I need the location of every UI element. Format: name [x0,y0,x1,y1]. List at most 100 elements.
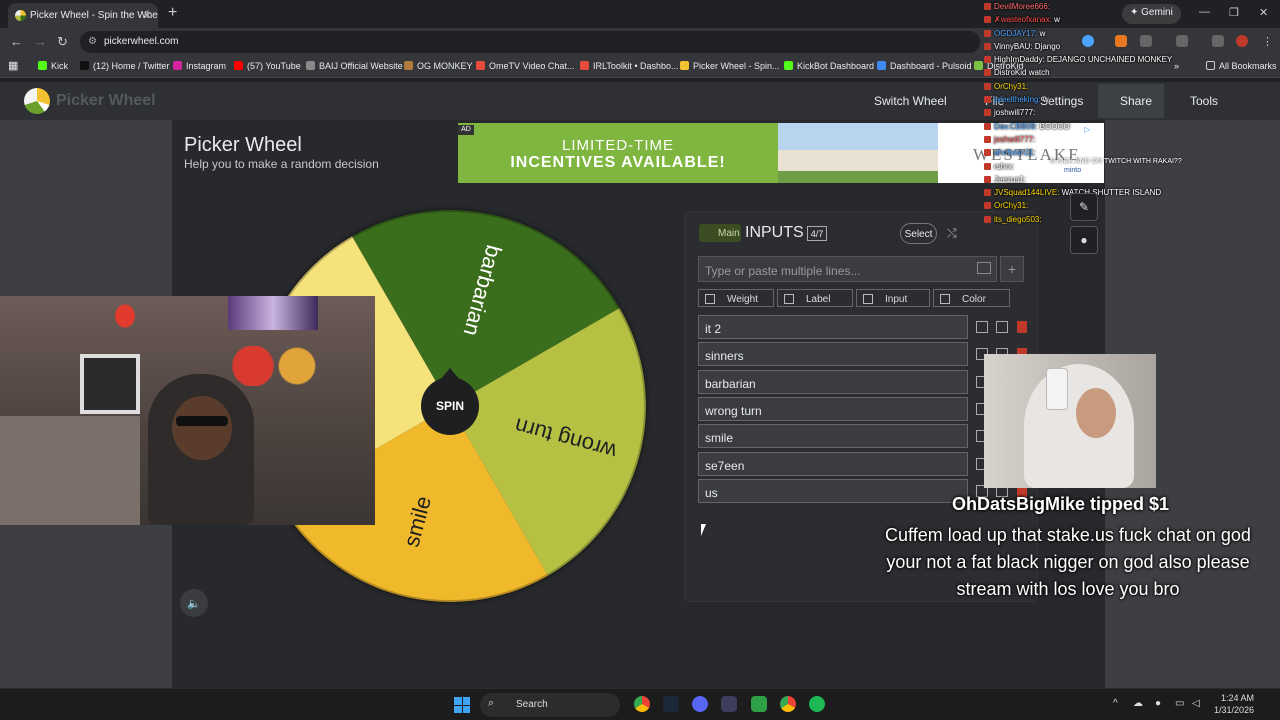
chrome-icon[interactable] [634,696,650,712]
app-icon[interactable] [721,696,737,712]
cloud-icon[interactable]: ☁ [1133,698,1143,709]
bookmark-item[interactable]: KickBot Dashboard [784,61,874,71]
image-upload-icon[interactable] [977,262,991,274]
chat-badge-icon [984,135,991,143]
address-bar[interactable]: ⚙ pickerwheel.com [80,31,980,53]
chrome-active-icon[interactable] [780,696,796,712]
color-label: Color [962,294,986,305]
new-tab-button[interactable]: + [168,4,177,22]
weight-option[interactable]: Weight [698,289,774,307]
discord-icon[interactable] [692,696,708,712]
taskbar-search[interactable]: ⌕ Search [480,693,620,717]
input-option[interactable]: Input [856,289,930,307]
irltoolkit-icon [580,61,589,70]
chat-username: OGDJAY17: [994,28,1040,38]
label-checkbox[interactable] [784,294,794,304]
entry-checkbox[interactable] [996,321,1008,333]
color-option[interactable]: Color [933,289,1010,307]
page-subtitle: Help you to make a random decision [184,157,379,171]
sound-icon[interactable]: 🔈 [180,589,208,617]
bookmark-item[interactable]: IRLToolkit • Dashbo... [580,61,679,71]
browser-tab[interactable]: Picker Wheel - Spin the Wheel ✕ [8,3,158,28]
back-icon[interactable]: ← [10,34,23,49]
bookmark-item[interactable]: OG MONKEY [404,61,473,71]
bookmark-item[interactable]: Instagram [173,61,226,71]
steam-icon[interactable] [663,696,679,712]
forward-icon[interactable]: → [34,34,47,49]
delete-icon[interactable] [1017,321,1027,333]
wheel-entry-input[interactable]: barbarian [698,369,968,394]
reload-icon[interactable]: ↻ [57,34,68,50]
chat-message: joshwill777: [984,133,1280,146]
label-option[interactable]: Label [777,289,853,307]
site-info-icon[interactable]: ⚙ [88,36,97,47]
chat-message: joshwill777: [984,106,1280,119]
apps-grid-icon[interactable]: ▦ [8,59,18,72]
bookmark-item[interactable]: Picker Wheel - Spin... [680,61,780,71]
bookmark-item[interactable]: Dashboard - Pulsoid [877,61,972,71]
kick-icon [38,61,47,70]
webcam-tv-screen [228,296,318,330]
bookmark-item[interactable]: (57) YouTube [234,61,301,71]
weight-checkbox[interactable] [705,294,715,304]
chat-badge-icon [984,3,991,10]
wheel-entry-input[interactable]: us [698,478,968,503]
chat-badge-icon [984,42,991,50]
chat-username: VinnyBAU: [994,41,1035,51]
clock-date: 1/31/2026 [1213,705,1254,715]
chat-username: DistroKid [994,68,1029,78]
webcam-wall-art [80,354,140,414]
wheel-entry-input[interactable]: it 2 [698,315,968,339]
wheel-entry-input[interactable]: wrong turn [698,396,968,421]
chat-badge-icon [984,122,991,130]
youtube-icon [234,61,243,70]
main-tab[interactable]: Main [699,224,741,242]
volume-icon[interactable]: ◁ [1192,698,1200,709]
bookmark-item[interactable]: BAIJ Official Website [306,61,403,71]
wheel-entry-input[interactable]: smile [698,424,968,449]
color-checkbox[interactable] [940,294,950,304]
spotify-icon[interactable] [809,696,825,712]
add-entry-button[interactable]: + [1000,256,1024,282]
mic-icon[interactable]: ● [1155,698,1161,709]
weight-label: Weight [727,294,758,305]
duplicate-icon[interactable] [976,321,988,333]
paste-lines-input[interactable]: Type or paste multiple lines... [698,256,997,282]
label-label: Label [806,294,831,305]
tab-close-icon[interactable]: ✕ [143,9,152,22]
website-icon [306,61,315,70]
kick-studio-icon[interactable] [751,696,767,712]
wheel-entry-input[interactable]: sinners [698,342,968,367]
bookmark-item[interactable]: (12) Home / Twitter [80,61,169,71]
select-button[interactable]: Select [900,223,937,244]
main-tab-label: Main [718,228,740,239]
network-icon[interactable]: ▭ [1175,698,1184,709]
chat-badge-icon [984,189,991,197]
picker-wheel-logo-icon[interactable] [24,88,50,114]
bookmark-item[interactable]: OmeTV Video Chat... [476,61,574,71]
shuffle-icon[interactable]: ⤭ [947,226,957,241]
ad-headline: LIMITED-TIME [562,137,674,154]
record-icon[interactable]: ● [1070,226,1098,254]
chat-text: BOOOO [1039,121,1070,131]
tray-overflow-icon[interactable]: ^ [1113,698,1118,709]
windows-start-icon[interactable] [454,697,470,713]
tab-title: Picker Wheel - Spin the Wheel [30,10,158,21]
edit-wheel-icon[interactable]: ✎ [1070,193,1098,221]
instagram-icon [173,61,182,70]
logo-text[interactable]: Picker Wheel [56,92,156,110]
input-checkbox[interactable] [863,294,873,304]
taskbar-clock[interactable]: 1:24 AM 1/31/2026 [1210,692,1254,716]
tip-name: OhDatsBigMike tipped $1 [952,494,1170,514]
chat-text: w [1054,15,1060,25]
wheel-entry-input[interactable]: se7een [698,451,968,476]
bookmark-item[interactable]: Kick [38,61,68,71]
chat-message: DevilMoree666: [984,0,1280,13]
chat-username: OrChy31: [994,201,1029,211]
chat-message: Dav.CBB09: BOOOO [984,120,1280,133]
chat-message: VinnyBAU: Django [984,40,1280,53]
webcam-face [172,396,232,460]
chat-text: w [1039,28,1046,38]
switch-wheel-link[interactable]: Switch Wheel [874,94,947,108]
spin-button[interactable]: SPIN [421,377,479,435]
